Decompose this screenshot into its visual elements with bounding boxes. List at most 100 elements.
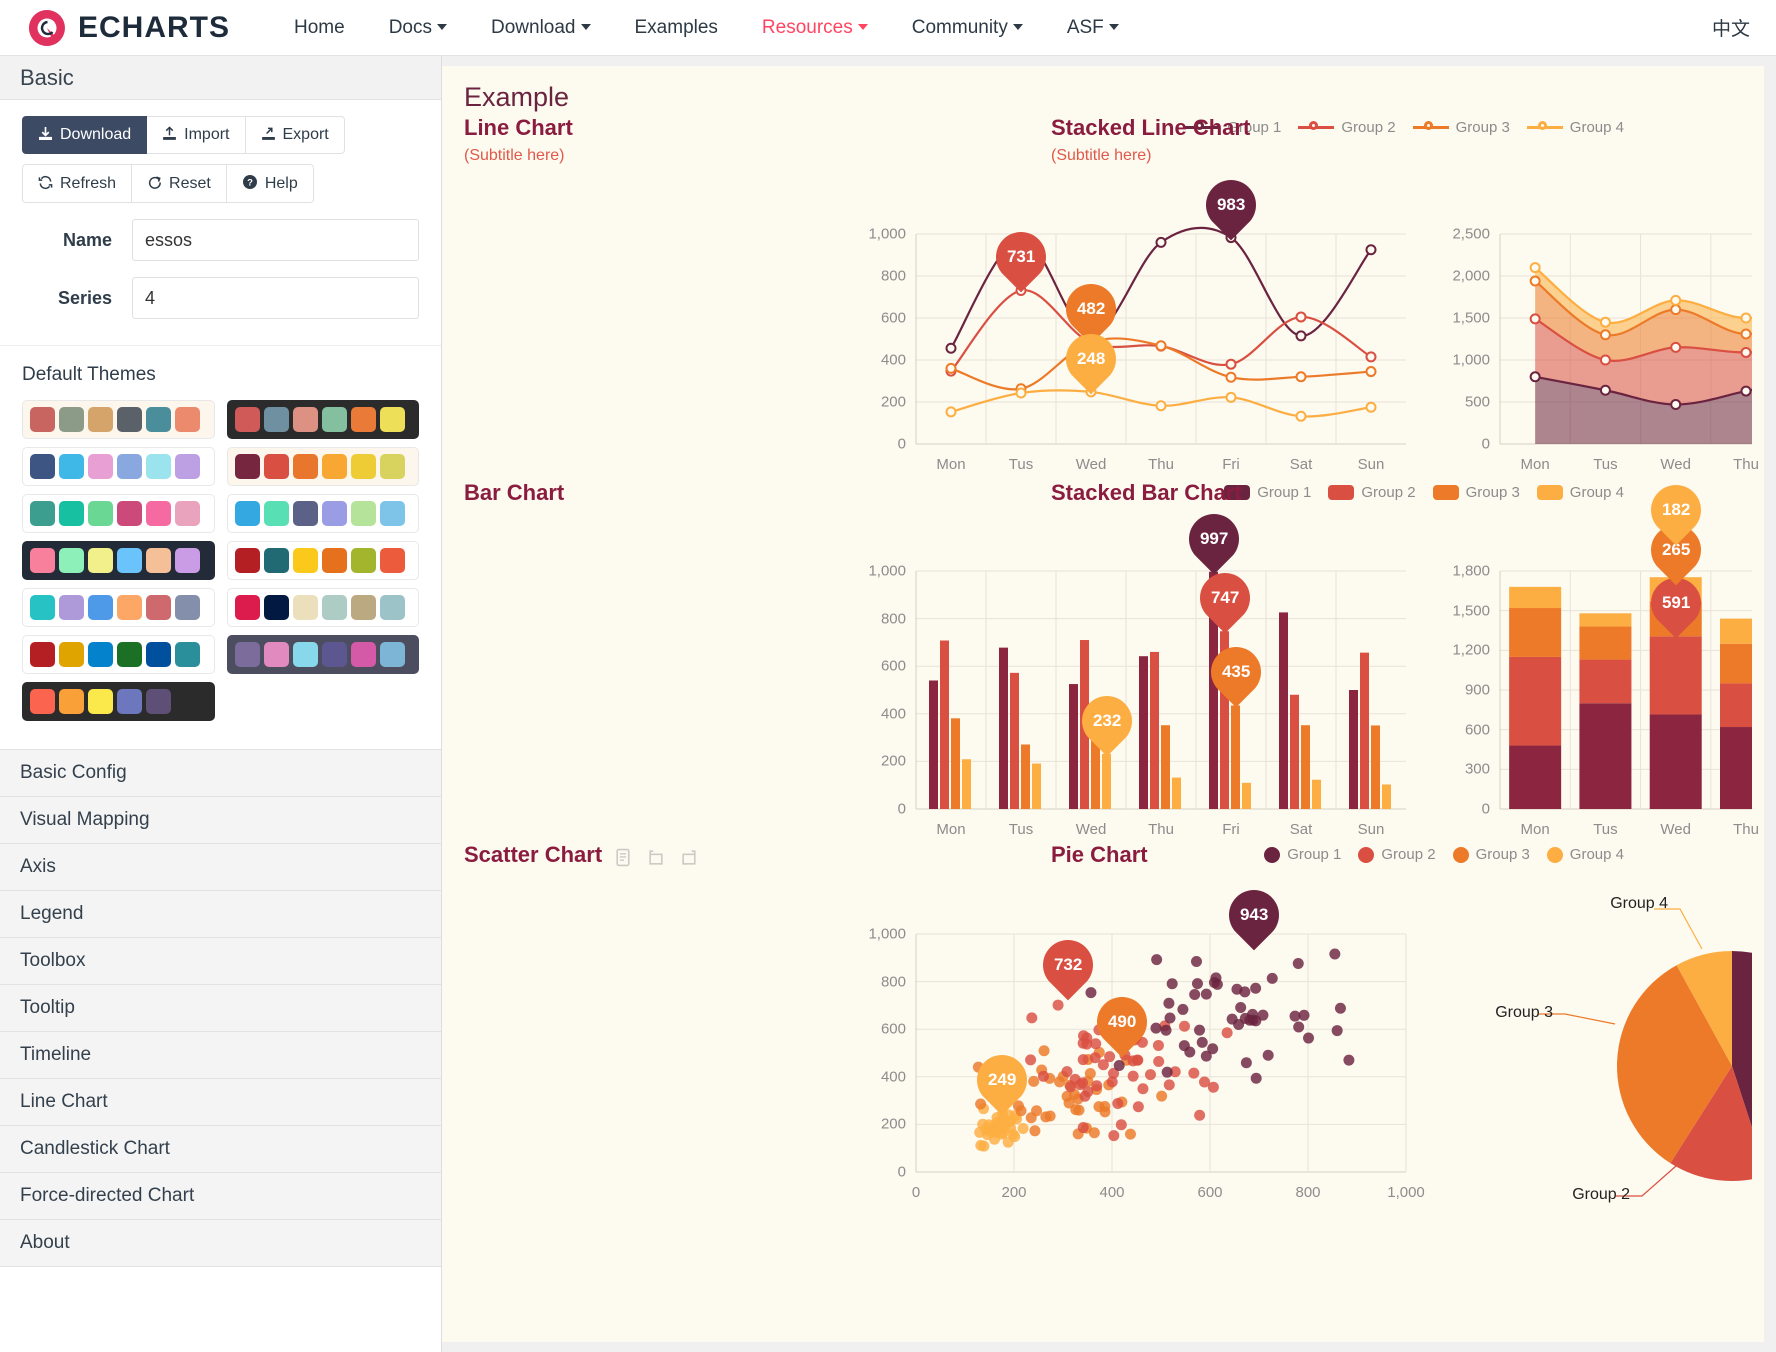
x-axis-tick-label: Thu xyxy=(1148,456,1174,473)
theme-palette-3[interactable] xyxy=(227,447,420,486)
reset-button[interactable]: Reset xyxy=(132,164,227,203)
x-axis-tick-label: Sun xyxy=(1358,456,1385,473)
theme-swatch xyxy=(235,501,260,526)
sidebar-item-tooltip[interactable]: Tooltip xyxy=(0,985,441,1032)
nav-item-download[interactable]: Download xyxy=(469,0,613,57)
theme-palette-4[interactable] xyxy=(22,494,215,533)
x-axis-tick-label: Fri xyxy=(1222,456,1240,473)
theme-palette-11[interactable] xyxy=(227,635,420,674)
theme-swatch xyxy=(322,642,347,667)
sidebar-item-about[interactable]: About xyxy=(0,1220,441,1267)
y-axis-tick-label: 800 xyxy=(844,610,906,627)
reset-icon xyxy=(147,175,162,193)
theme-swatch xyxy=(117,689,142,714)
chart-title-wrap: Scatter Chart xyxy=(464,842,602,868)
help-button[interactable]: ? Help xyxy=(227,164,314,203)
x-axis-tick-label: Mon xyxy=(936,821,965,838)
nav-item-resources[interactable]: Resources xyxy=(740,0,890,57)
theme-palette-8[interactable] xyxy=(22,588,215,627)
value-marker-label: 182 xyxy=(1662,500,1690,520)
chart-title-row: Stacked Line Chart(Subtitle here)Group 1… xyxy=(1051,115,1764,165)
download-button[interactable]: Download xyxy=(22,116,147,154)
sidebar-header-title: Basic xyxy=(20,65,74,91)
language-switch[interactable]: 中文 xyxy=(1712,14,1750,41)
sidebar-item-timeline[interactable]: Timeline xyxy=(0,1032,441,1079)
theme-palette-1[interactable] xyxy=(227,400,420,439)
y-axis-tick-label: 400 xyxy=(844,352,906,369)
theme-palette-12[interactable] xyxy=(22,682,215,721)
x-axis-tick-label: 800 xyxy=(1295,1184,1320,1201)
echarts-logo[interactable]: ECHARTS xyxy=(26,7,230,49)
theme-swatch xyxy=(380,595,405,620)
nav-item-home[interactable]: Home xyxy=(272,0,367,57)
theme-palette-9[interactable] xyxy=(227,588,420,627)
refresh-button[interactable]: Refresh xyxy=(22,164,132,203)
y-axis-tick-label: 900 xyxy=(1428,682,1490,699)
theme-swatch xyxy=(380,407,405,432)
sidebar-item-line-chart[interactable]: Line Chart xyxy=(0,1079,441,1126)
refresh-button-label: Refresh xyxy=(60,175,116,193)
sidebar-item-visual-mapping[interactable]: Visual Mapping xyxy=(0,797,441,844)
nav-item-community[interactable]: Community xyxy=(890,0,1045,57)
import-button-label: Import xyxy=(184,126,229,144)
y-axis-tick-label: 200 xyxy=(844,753,906,770)
nav-links: Home Docs Download Examples Resources Co… xyxy=(272,0,1141,57)
chart-title-wrap: Bar Chart xyxy=(464,480,564,506)
value-marker-label: 747 xyxy=(1210,588,1238,608)
theme-swatch xyxy=(88,407,113,432)
theme-palette-10[interactable] xyxy=(22,635,215,674)
y-axis-tick-label: 0 xyxy=(844,436,906,453)
theme-swatch xyxy=(175,548,200,573)
sidebar-item-force-directed-chart[interactable]: Force-directed Chart xyxy=(0,1173,441,1220)
sidebar-item-legend[interactable]: Legend xyxy=(0,891,441,938)
theme-swatch xyxy=(351,642,376,667)
sidebar-item-label: Axis xyxy=(20,856,56,878)
nav-item-docs[interactable]: Docs xyxy=(367,0,469,57)
theme-swatch xyxy=(351,501,376,526)
theme-swatch xyxy=(146,548,171,573)
sidebar-item-candlestick-chart[interactable]: Candlestick Chart xyxy=(0,1126,441,1173)
back-icon[interactable] xyxy=(680,848,699,867)
action-button-group: Download Import Export xyxy=(22,116,419,154)
restore-icon[interactable] xyxy=(647,848,666,867)
theme-swatch xyxy=(117,407,142,432)
name-input[interactable] xyxy=(132,219,419,261)
theme-swatch xyxy=(322,548,347,573)
y-axis-tick-label: 800 xyxy=(844,268,906,285)
import-button[interactable]: Import xyxy=(147,116,245,154)
x-axis-tick-label: Sat xyxy=(1290,456,1313,473)
theme-swatch xyxy=(117,595,142,620)
nav-item-asf[interactable]: ASF xyxy=(1045,0,1141,57)
value-marker-label: 591 xyxy=(1662,593,1690,613)
series-field-label: Series xyxy=(22,288,132,309)
theme-palette-0[interactable] xyxy=(22,400,215,439)
theme-swatch xyxy=(380,548,405,573)
sidebar-item-basic-config[interactable]: Basic Config xyxy=(0,750,441,797)
x-axis-tick-label: Tus xyxy=(1009,456,1033,473)
theme-swatch xyxy=(117,454,142,479)
toolbox xyxy=(614,842,699,867)
series-input[interactable] xyxy=(132,277,419,319)
y-axis-tick-label: 1,000 xyxy=(1428,352,1490,369)
x-axis-tick-label: 600 xyxy=(1197,1184,1222,1201)
default-themes-section: Default Themes xyxy=(0,345,441,733)
theme-swatch xyxy=(175,595,200,620)
chart-subtitle: (Subtitle here) xyxy=(464,147,573,165)
x-axis-tick-label: Mon xyxy=(1521,456,1550,473)
x-axis-tick-label: Thu xyxy=(1148,821,1174,838)
export-button[interactable]: Export xyxy=(246,116,345,154)
theme-swatch xyxy=(146,595,171,620)
theme-palette-6[interactable] xyxy=(22,541,215,580)
nav-item-examples[interactable]: Examples xyxy=(613,0,740,57)
tool-button-group: Refresh Reset ? Help xyxy=(22,164,309,203)
theme-swatch xyxy=(235,407,260,432)
x-axis-tick-label: 200 xyxy=(1001,1184,1026,1201)
theme-swatch xyxy=(293,454,318,479)
theme-palette-5[interactable] xyxy=(227,494,420,533)
sidebar-toolbar: Download Import Export xyxy=(0,100,441,203)
data-view-icon[interactable] xyxy=(614,848,633,867)
sidebar-item-toolbox[interactable]: Toolbox xyxy=(0,938,441,985)
sidebar-item-axis[interactable]: Axis xyxy=(0,844,441,891)
theme-palette-2[interactable] xyxy=(22,447,215,486)
theme-palette-7[interactable] xyxy=(227,541,420,580)
